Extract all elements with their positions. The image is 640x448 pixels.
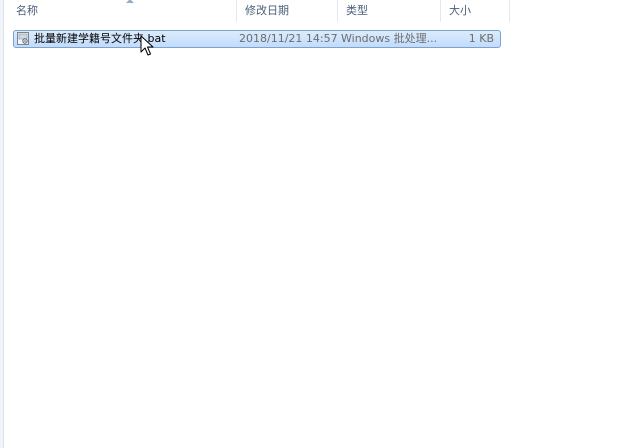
column-header-name[interactable]: 名称 [8,0,237,22]
column-header-type-label: 类型 [346,4,368,17]
file-type: Windows 批处理... [341,32,438,45]
column-header-type[interactable]: 类型 [338,0,441,22]
sort-ascending-icon [126,0,134,3]
explorer-left-border [0,0,4,448]
file-size: 1 KB [468,32,494,45]
column-header-name-label: 名称 [16,4,38,17]
column-header-date-label: 修改日期 [245,4,289,17]
batch-file-icon [17,32,29,45]
column-header-size-label: 大小 [449,4,471,17]
column-header-bar: 名称 修改日期 类型 大小 [4,0,640,22]
column-header-date-modified[interactable]: 修改日期 [237,0,338,22]
file-row[interactable]: 批量新建学籍号文件夹.bat 2018/11/21 14:57 Windows … [13,30,501,48]
file-date-modified: 2018/11/21 14:57 [239,32,338,45]
column-header-size[interactable]: 大小 [441,0,510,22]
mouse-pointer-icon [140,35,154,56]
